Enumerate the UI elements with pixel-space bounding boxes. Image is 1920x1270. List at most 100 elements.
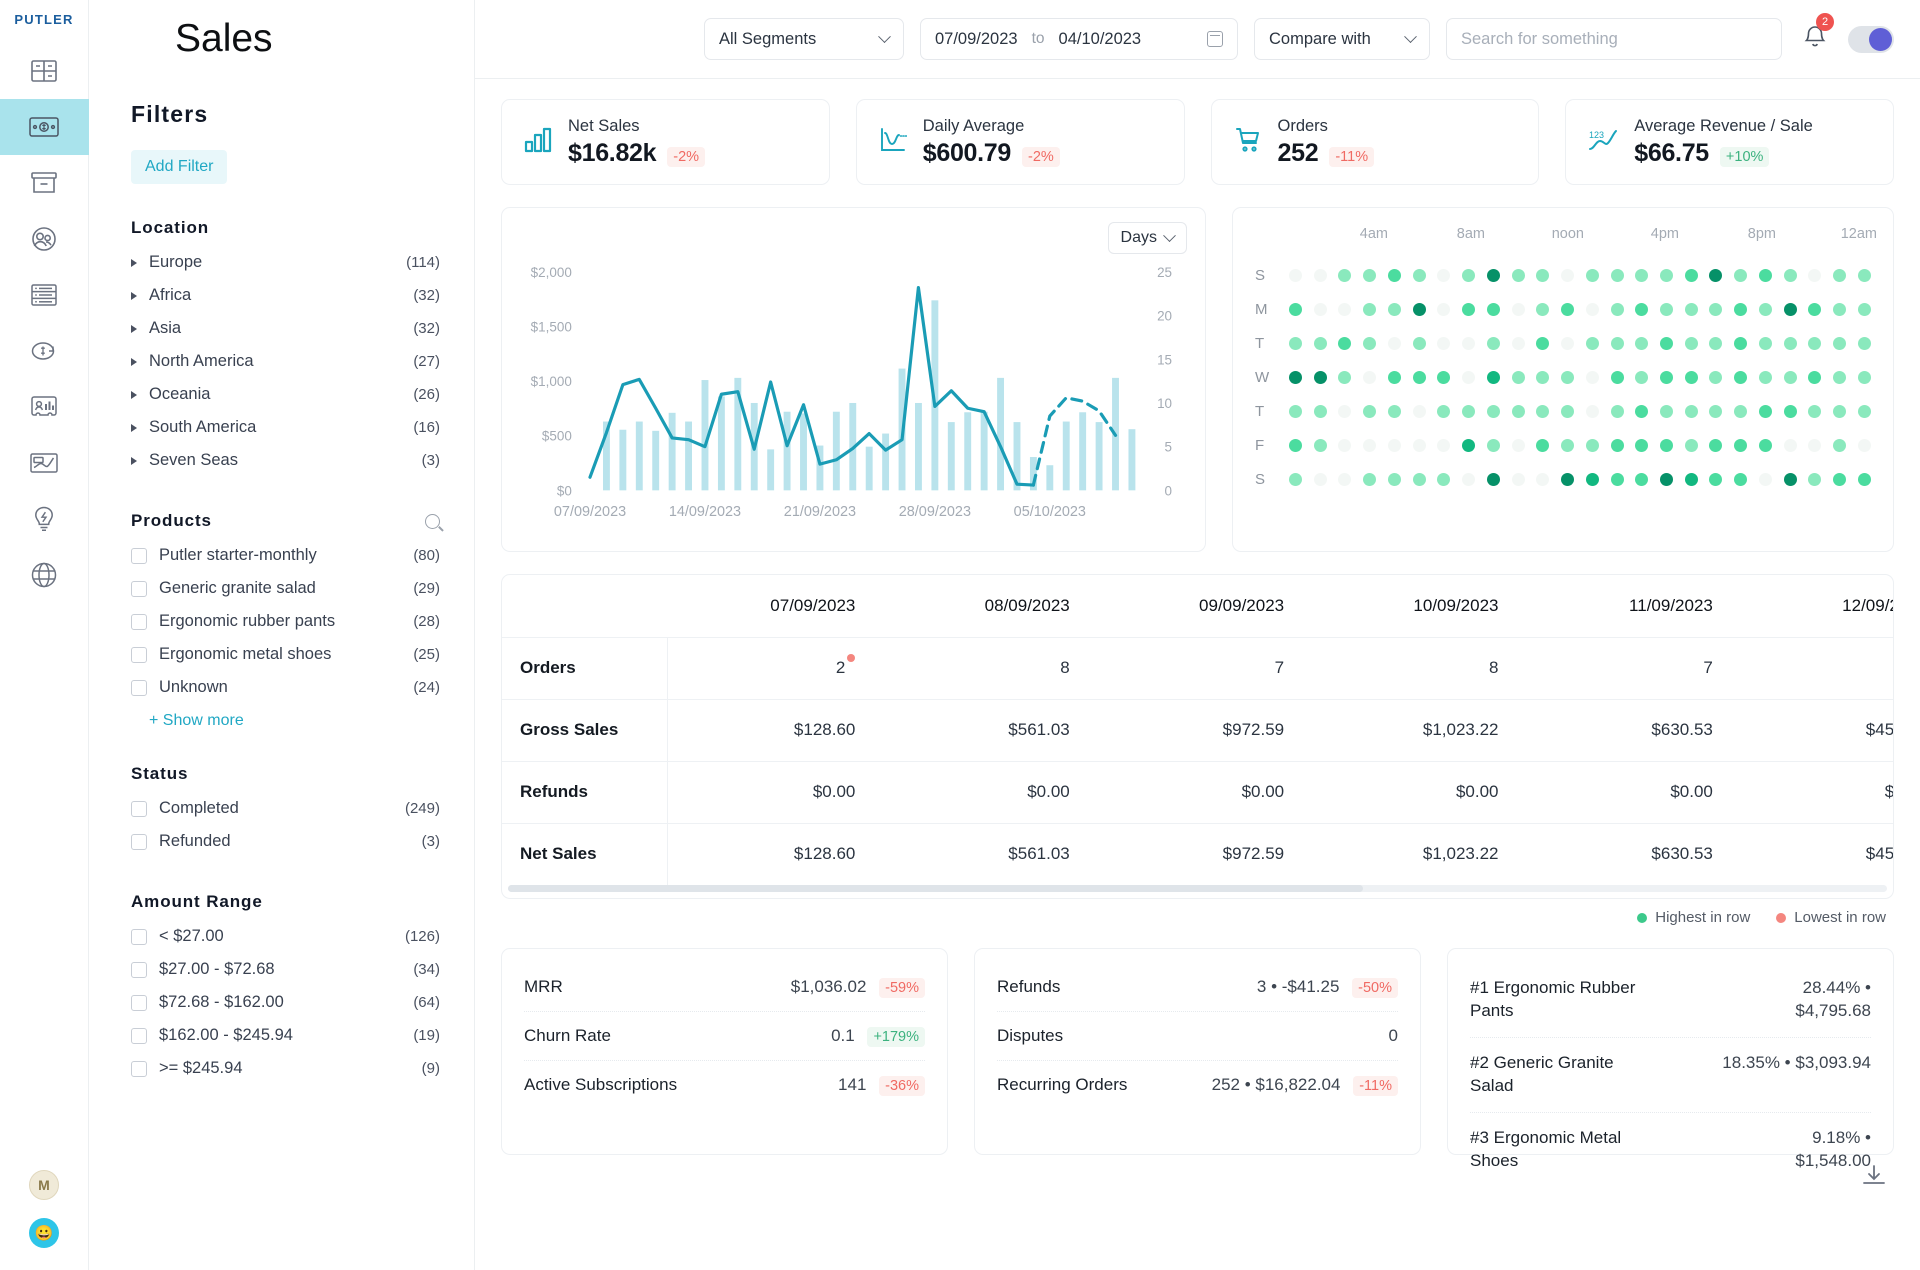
heatmap-cell[interactable] <box>1289 302 1302 316</box>
heatmap-cell[interactable] <box>1783 268 1797 282</box>
heatmap-cell[interactable] <box>1833 370 1847 384</box>
sidebar-item-products[interactable] <box>0 155 89 211</box>
heatmap-cell[interactable] <box>1338 336 1352 350</box>
heatmap-cell[interactable] <box>1561 268 1575 282</box>
theme-toggle[interactable] <box>1848 25 1894 53</box>
heatmap-cell[interactable] <box>1635 404 1649 418</box>
heatmap-cell[interactable] <box>1363 472 1377 486</box>
heatmap-cell[interactable] <box>1289 268 1302 282</box>
heatmap-cell[interactable] <box>1437 404 1451 418</box>
heatmap-cell[interactable] <box>1387 370 1401 384</box>
heatmap-cell[interactable] <box>1857 438 1871 452</box>
heatmap-cell[interactable] <box>1610 268 1624 282</box>
filter-row-amount[interactable]: $72.68 - $162.00 (64) <box>115 986 448 1019</box>
heatmap-cell[interactable] <box>1808 438 1822 452</box>
checkbox[interactable] <box>131 994 147 1011</box>
heatmap-cell[interactable] <box>1313 472 1327 486</box>
download-icon[interactable] <box>1862 1165 1886 1192</box>
heatmap-cell[interactable] <box>1561 472 1575 486</box>
heatmap-cell[interactable] <box>1462 302 1476 316</box>
checkbox[interactable] <box>131 961 147 978</box>
heatmap-cell[interactable] <box>1684 302 1698 316</box>
kpi-card-orders[interactable]: Orders 252 -11% <box>1210 99 1540 185</box>
heatmap-cell[interactable] <box>1734 268 1748 282</box>
checkbox[interactable] <box>131 833 147 850</box>
heatmap-cell[interactable] <box>1833 302 1847 316</box>
heatmap-cell[interactable] <box>1412 336 1426 350</box>
heatmap-cell[interactable] <box>1857 336 1871 350</box>
heatmap-cell[interactable] <box>1363 268 1377 282</box>
heatmap-cell[interactable] <box>1585 472 1599 486</box>
heatmap-cell[interactable] <box>1660 438 1674 452</box>
heatmap-cell[interactable] <box>1684 438 1698 452</box>
heatmap-cell[interactable] <box>1462 370 1476 384</box>
table-scroll-region[interactable]: 07/09/2023 08/09/2023 09/09/2023 10/09/2… <box>502 575 1893 885</box>
heatmap-cell[interactable] <box>1536 472 1550 486</box>
kpi-card-daily-average[interactable]: Daily Average $600.79 -2% <box>855 99 1185 185</box>
filter-row-product[interactable]: Ergonomic rubber pants (28) <box>115 605 448 638</box>
search-input[interactable]: Search for something <box>1446 18 1782 60</box>
heatmap-cell[interactable] <box>1462 336 1476 350</box>
checkbox[interactable] <box>131 547 147 564</box>
heatmap-cell[interactable] <box>1808 472 1822 486</box>
heatmap-cell[interactable] <box>1734 302 1748 316</box>
heatmap-cell[interactable] <box>1660 302 1674 316</box>
horizontal-scrollbar[interactable] <box>508 885 1887 892</box>
filter-row-status[interactable]: Completed (249) <box>115 792 448 825</box>
filter-row-product[interactable]: Ergonomic metal shoes (25) <box>115 638 448 671</box>
heatmap-cell[interactable] <box>1387 302 1401 316</box>
heatmap-cell[interactable] <box>1561 336 1575 350</box>
chevron-right-icon[interactable] <box>131 423 137 432</box>
heatmap-cell[interactable] <box>1857 404 1871 418</box>
date-range-picker[interactable]: 07/09/2023 to 04/10/2023 <box>920 18 1238 60</box>
heatmap-cell[interactable] <box>1338 472 1352 486</box>
sidebar-item-insights[interactable] <box>0 435 89 491</box>
heatmap-cell[interactable] <box>1363 302 1377 316</box>
filter-row-location[interactable]: Asia (32) <box>115 312 448 345</box>
heatmap-cell[interactable] <box>1387 438 1401 452</box>
heatmap-cell[interactable] <box>1660 404 1674 418</box>
sidebar-item-dashboard[interactable] <box>0 43 89 99</box>
kpi-card-net-sales[interactable]: Net Sales $16.82k -2% <box>501 99 830 185</box>
search-icon[interactable] <box>425 513 440 529</box>
checkbox[interactable] <box>131 928 147 945</box>
chevron-right-icon[interactable] <box>131 456 137 465</box>
heatmap-cell[interactable] <box>1338 268 1352 282</box>
heatmap-cell[interactable] <box>1511 302 1525 316</box>
heatmap-cell[interactable] <box>1486 472 1500 486</box>
heatmap-cell[interactable] <box>1338 370 1352 384</box>
heatmap-cell[interactable] <box>1783 404 1797 418</box>
filter-row-amount[interactable]: >= $245.94 (9) <box>115 1052 448 1085</box>
heatmap-cell[interactable] <box>1857 370 1871 384</box>
heatmap-cell[interactable] <box>1833 336 1847 350</box>
heatmap-cell[interactable] <box>1511 472 1525 486</box>
heatmap-cell[interactable] <box>1734 438 1748 452</box>
heatmap-cell[interactable] <box>1660 336 1674 350</box>
filter-row-location[interactable]: Europe (114) <box>115 246 448 279</box>
heatmap-cell[interactable] <box>1412 404 1426 418</box>
heatmap-cell[interactable] <box>1437 302 1451 316</box>
heatmap-cell[interactable] <box>1313 404 1327 418</box>
heatmap-cell[interactable] <box>1783 472 1797 486</box>
heatmap-cell[interactable] <box>1412 302 1426 316</box>
filter-row-location[interactable]: Oceania (26) <box>115 378 448 411</box>
heatmap-cell[interactable] <box>1758 438 1772 452</box>
filter-row-amount[interactable]: $27.00 - $72.68 (34) <box>115 953 448 986</box>
heatmap-cell[interactable] <box>1610 404 1624 418</box>
heatmap-cell[interactable] <box>1660 370 1674 384</box>
heatmap-cell[interactable] <box>1536 404 1550 418</box>
segment-select[interactable]: All Segments <box>704 18 904 60</box>
heatmap-cell[interactable] <box>1536 370 1550 384</box>
heatmap-cell[interactable] <box>1561 370 1575 384</box>
checkbox[interactable] <box>131 646 147 663</box>
sidebar-item-transactions[interactable] <box>0 267 89 323</box>
chevron-right-icon[interactable] <box>131 390 137 399</box>
heatmap-cell[interactable] <box>1758 336 1772 350</box>
heatmap-cell[interactable] <box>1462 472 1476 486</box>
heatmap-cell[interactable] <box>1486 302 1500 316</box>
heatmap-cell[interactable] <box>1610 336 1624 350</box>
heatmap-cell[interactable] <box>1412 472 1426 486</box>
heatmap-cell[interactable] <box>1437 438 1451 452</box>
heatmap-cell[interactable] <box>1758 268 1772 282</box>
heatmap-cell[interactable] <box>1462 268 1476 282</box>
